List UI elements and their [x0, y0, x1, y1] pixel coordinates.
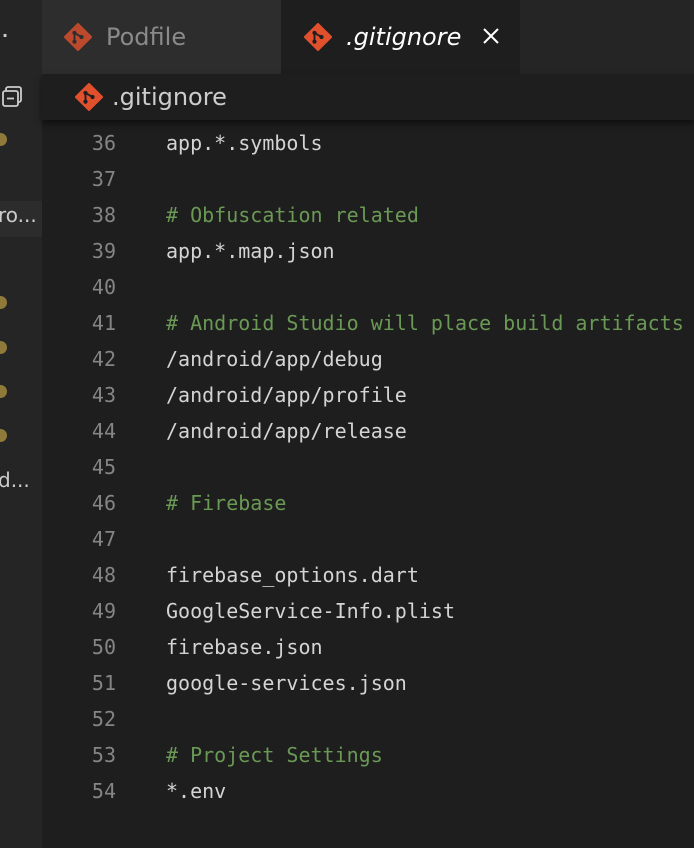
code-text: /android/app/debug — [166, 347, 383, 371]
code-line[interactable]: 38 # Obfuscation related — [42, 197, 694, 233]
code-text: /android/app/release — [166, 419, 407, 443]
line-number: 46 — [91, 491, 116, 515]
line-number: 39 — [91, 239, 116, 263]
code-line[interactable]: 45 — [42, 449, 694, 485]
code-comment: # Android Studio will place build artifa… — [166, 311, 684, 335]
code-text: firebase.json — [166, 635, 323, 659]
git-modified-dot — [0, 133, 7, 146]
explorer-item-label[interactable]: d... — [0, 468, 30, 492]
git-icon — [64, 23, 92, 51]
line-number: 52 — [91, 707, 116, 731]
code-line[interactable]: 52 — [42, 701, 694, 737]
more-actions-icon[interactable]: · — [2, 28, 8, 44]
tab-podfile[interactable]: Podfile — [42, 0, 282, 74]
code-line[interactable]: 42/android/app/debug — [42, 341, 694, 377]
explorer-sidebar: · ro... d... — [0, 0, 42, 848]
code-line[interactable]: 47 — [42, 521, 694, 557]
code-line[interactable]: 41 # Android Studio will place build arti… — [42, 305, 694, 341]
editor-tab-bar: Podfile .gitignore — [42, 0, 694, 74]
collapse-folders-icon[interactable] — [2, 84, 26, 108]
code-line[interactable]: 40 — [42, 269, 694, 305]
git-modified-dot — [0, 341, 7, 354]
code-line[interactable]: 36 app.*.symbols — [42, 125, 694, 161]
code-comment: # Project Settings — [166, 743, 383, 767]
breadcrumb-file-label[interactable]: .gitignore — [112, 83, 227, 111]
line-number: 36 — [91, 131, 116, 155]
code-comment: # Firebase — [166, 491, 287, 515]
code-line[interactable]: 44/android/app/release — [42, 413, 694, 449]
line-number: 49 — [91, 599, 116, 623]
line-number: 50 — [91, 635, 116, 659]
code-line[interactable]: 54 *.env — [42, 773, 694, 809]
code-line[interactable]: 50 firebase.json — [42, 629, 694, 665]
git-icon — [304, 23, 332, 51]
code-text: app.*.symbols — [166, 131, 323, 155]
code-line[interactable]: 39 app.*.map.json — [42, 233, 694, 269]
tab-label: Podfile — [106, 23, 187, 51]
line-number: 53 — [91, 743, 116, 767]
line-number: 54 — [91, 779, 116, 803]
code-line[interactable]: 53 # Project Settings — [42, 737, 694, 773]
line-number: 43 — [91, 383, 116, 407]
breadcrumb: .gitignore — [42, 74, 694, 120]
code-text: google-services.json — [166, 671, 407, 695]
line-number: 37 — [91, 167, 116, 191]
git-modified-dot — [0, 296, 7, 309]
line-number: 45 — [91, 455, 116, 479]
line-number: 51 — [91, 671, 116, 695]
code-line[interactable]: 48 firebase_options.dart — [42, 557, 694, 593]
code-comment: # Obfuscation related — [166, 203, 419, 227]
line-number: 38 — [91, 203, 116, 227]
line-number: 40 — [91, 275, 116, 299]
explorer-item-label[interactable]: ro... — [0, 203, 37, 227]
code-text: firebase_options.dart — [166, 563, 419, 587]
code-editor[interactable]: 36 app.*.symbols 37 38 # Obfuscation related… — [42, 120, 694, 848]
code-text: /android/app/profile — [166, 383, 407, 407]
tab-gitignore[interactable]: .gitignore — [282, 0, 520, 74]
code-line[interactable]: 51 google-services.json — [42, 665, 694, 701]
code-line[interactable]: 43/android/app/profile — [42, 377, 694, 413]
line-number: 42 — [91, 347, 116, 371]
code-text: GoogleService-Info.plist — [166, 599, 455, 623]
git-icon — [75, 83, 103, 111]
close-icon[interactable] — [480, 25, 502, 47]
code-line[interactable]: 49 GoogleService-Info.plist — [42, 593, 694, 629]
line-number: 41 — [91, 311, 116, 335]
code-text: *.env — [166, 779, 227, 803]
line-number: 44 — [91, 419, 116, 443]
code-line[interactable]: 46 # Firebase — [42, 485, 694, 521]
line-number: 48 — [91, 563, 116, 587]
line-number: 47 — [91, 527, 116, 551]
git-modified-dot — [0, 385, 7, 398]
code-text: app.*.map.json — [166, 239, 335, 263]
git-modified-dot — [0, 429, 7, 442]
code-line[interactable]: 37 — [42, 161, 694, 197]
tab-label: .gitignore — [346, 23, 462, 51]
